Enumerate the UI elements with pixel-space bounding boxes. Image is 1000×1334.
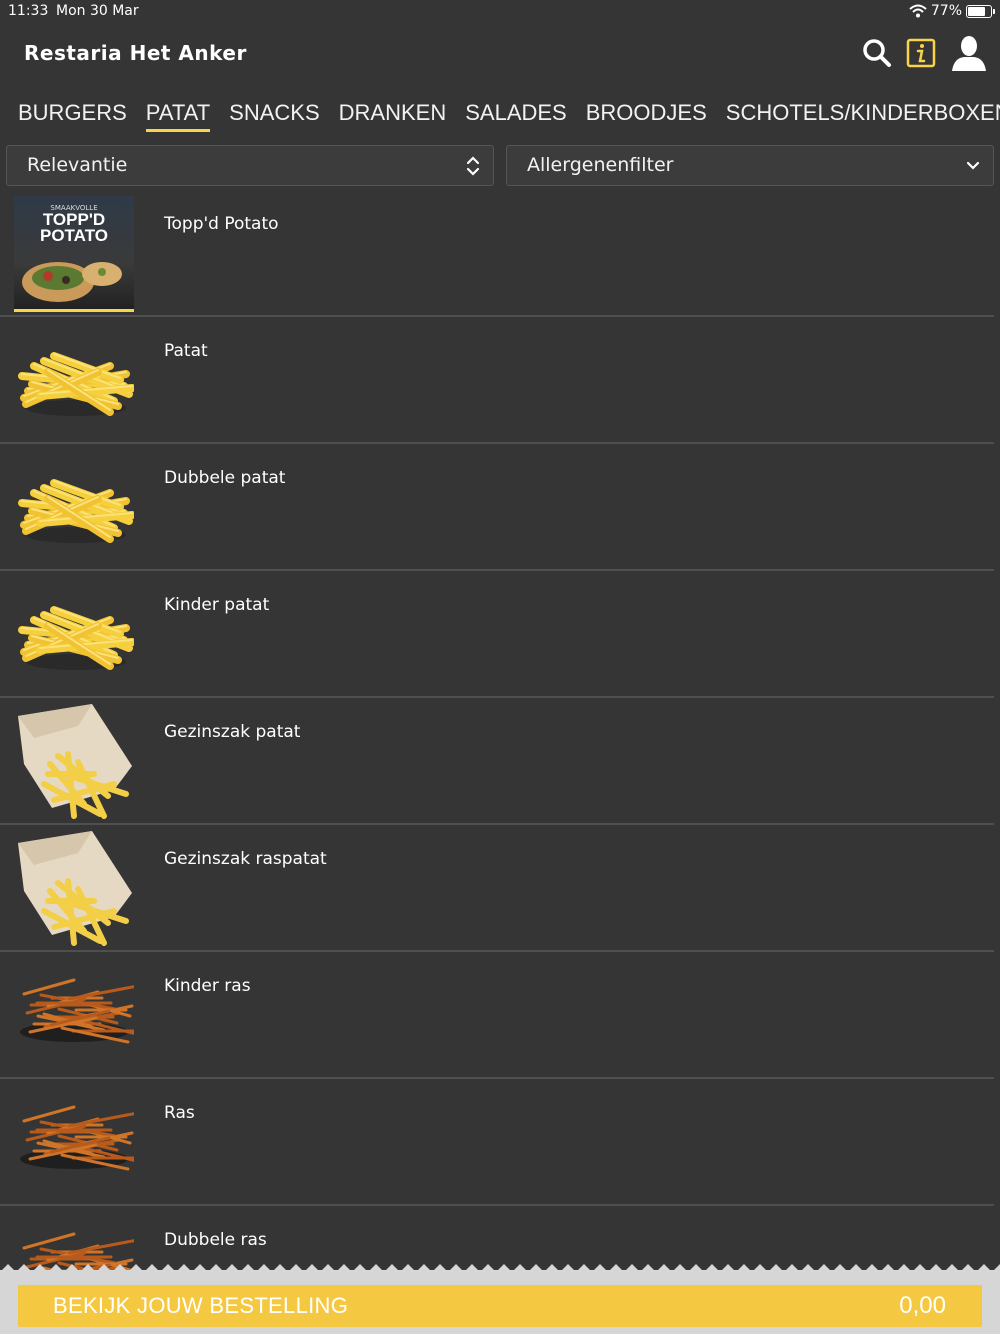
product-image (14, 577, 134, 693)
product-item[interactable]: Dubbele patat (0, 444, 994, 571)
poster-title-1: TOPP'D (42, 210, 106, 229)
tab-burgers[interactable]: BURGERS (18, 100, 127, 129)
tab-salades[interactable]: SALADES (465, 100, 567, 129)
order-total: 0,00 (899, 1292, 946, 1319)
product-item[interactable]: Patat (0, 317, 994, 444)
tab-broodjes[interactable]: BROODJES (586, 100, 707, 129)
view-order-label: BEKIJK JOUW BESTELLING (53, 1293, 349, 1318)
battery-percent: 77% (930, 3, 962, 19)
header-actions (862, 34, 988, 72)
tab-patat[interactable]: PATAT (145, 100, 211, 132)
status-bar: 11:33 Mon 30 Mar 77% (0, 0, 1000, 24)
status-date: Mon 30 Mar (56, 3, 139, 19)
product-image (14, 1085, 134, 1201)
tab-snacks[interactable]: SNACKS (229, 100, 319, 129)
product-name: Kinder patat (164, 595, 270, 615)
product-item[interactable]: Gezinszak patat (0, 698, 994, 825)
status-time: 11:33 (8, 3, 49, 19)
product-image: SMAAKVOLLE TOPP'D POTATO (14, 196, 134, 312)
product-image (14, 831, 134, 947)
wifi-icon (909, 4, 927, 18)
product-name: Topp'd Potato (164, 214, 279, 234)
product-item[interactable]: SMAAKVOLLE TOPP'D POTATO Topp'd Potato (0, 190, 994, 317)
view-order-button[interactable]: BEKIJK JOUW BESTELLING 0,00 (18, 1285, 982, 1327)
battery-icon (966, 4, 995, 18)
product-item[interactable]: Ras (0, 1079, 994, 1206)
category-tabs: BURGERS PATAT SNACKS DRANKEN SALADES BROODJES… (0, 100, 1000, 134)
allergen-filter-value: Allergenenfilter (527, 154, 674, 176)
product-name: Patat (164, 341, 208, 361)
sort-select[interactable]: Relevantie (6, 145, 494, 186)
chevron-down-icon (966, 161, 980, 170)
poster-title-2: POTATO (40, 226, 108, 245)
product-item[interactable]: Gezinszak raspatat (0, 825, 994, 952)
product-item[interactable]: Kinder ras (0, 952, 994, 1079)
sort-select-value: Relevantie (27, 154, 128, 176)
allergen-filter-select[interactable]: Allergenenfilter (506, 145, 994, 186)
user-icon[interactable] (950, 34, 988, 72)
product-item[interactable]: Kinder patat (0, 571, 994, 698)
info-icon[interactable] (906, 38, 936, 68)
product-name: Gezinszak raspatat (164, 849, 327, 869)
product-name: Gezinszak patat (164, 722, 301, 742)
product-image (14, 704, 134, 820)
status-indicators: 77% (909, 3, 995, 19)
app-title: Restaria Het Anker (24, 41, 247, 65)
tab-schotels-kinderboxen[interactable]: SCHOTELS/KINDERBOXEN (726, 100, 1000, 129)
product-image (14, 450, 134, 566)
product-name: Dubbele ras (164, 1230, 267, 1250)
sort-arrows-icon (466, 156, 480, 176)
product-name: Dubbele patat (164, 468, 286, 488)
search-icon[interactable] (862, 38, 892, 68)
tab-dranken[interactable]: DRANKEN (339, 100, 447, 129)
product-name: Kinder ras (164, 976, 251, 996)
product-list: SMAAKVOLLE TOPP'D POTATO Topp'd Potato Patat… (0, 190, 1000, 1333)
product-name: Ras (164, 1103, 195, 1123)
product-image (14, 958, 134, 1074)
product-image (14, 323, 134, 439)
